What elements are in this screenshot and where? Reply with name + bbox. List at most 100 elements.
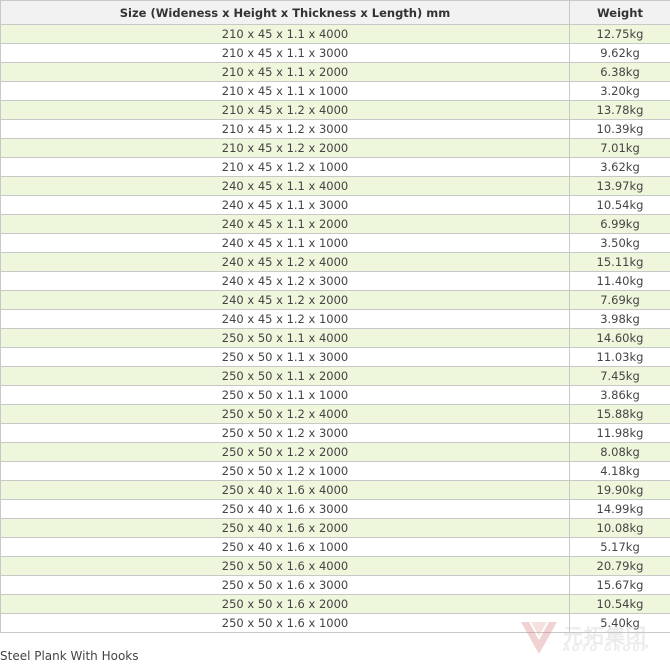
size-cell: 250 x 50 x 1.1 x 3000 — [0, 347, 570, 367]
table-body: 210 x 45 x 1.1 x 4000 12.75kg 210 x 45 x 1… — [0, 24, 670, 633]
size-cell: 240 x 45 x 1.2 x 3000 — [0, 271, 570, 291]
table-row: 240 x 45 x 1.2 x 4000 15.11kg — [0, 252, 670, 272]
size-cell: 250 x 40 x 1.6 x 3000 — [0, 499, 570, 519]
table-row: 250 x 50 x 1.6 x 1000 5.40kg — [0, 613, 670, 633]
size-cell: 250 x 50 x 1.6 x 2000 — [0, 594, 570, 614]
weight-cell: 10.08kg — [569, 518, 670, 538]
weight-cell: 4.18kg — [569, 461, 670, 481]
weight-cell: 8.08kg — [569, 442, 670, 462]
size-cell: 240 x 45 x 1.1 x 1000 — [0, 233, 570, 253]
table-row: 240 x 45 x 1.1 x 3000 10.54kg — [0, 195, 670, 215]
spec-table: Size (Wideness x Height x Thickness x Le… — [0, 0, 670, 633]
table-row: 250 x 40 x 1.6 x 2000 10.08kg — [0, 518, 670, 538]
table-row: 250 x 50 x 1.1 x 2000 7.45kg — [0, 366, 670, 386]
size-cell: 250 x 50 x 1.6 x 3000 — [0, 575, 570, 595]
table-row: 250 x 50 x 1.2 x 4000 15.88kg — [0, 404, 670, 424]
size-cell: 210 x 45 x 1.2 x 1000 — [0, 157, 570, 177]
weight-cell: 3.62kg — [569, 157, 670, 177]
size-cell: 210 x 45 x 1.2 x 2000 — [0, 138, 570, 158]
weight-cell: 7.45kg — [569, 366, 670, 386]
weight-cell: 7.01kg — [569, 138, 670, 158]
table-row: 240 x 45 x 1.1 x 4000 13.97kg — [0, 176, 670, 196]
size-cell: 210 x 45 x 1.1 x 1000 — [0, 81, 570, 101]
size-cell: 210 x 45 x 1.1 x 2000 — [0, 62, 570, 82]
size-cell: 240 x 45 x 1.2 x 2000 — [0, 290, 570, 310]
weight-cell: 20.79kg — [569, 556, 670, 576]
table-row: 250 x 50 x 1.2 x 2000 8.08kg — [0, 442, 670, 462]
weight-cell: 6.99kg — [569, 214, 670, 234]
size-cell: 240 x 45 x 1.2 x 4000 — [0, 252, 570, 272]
table-row: 210 x 45 x 1.1 x 1000 3.20kg — [0, 81, 670, 101]
weight-cell: 7.69kg — [569, 290, 670, 310]
size-cell: 250 x 50 x 1.1 x 4000 — [0, 328, 570, 348]
image-caption: Steel Plank With Hooks — [0, 649, 139, 663]
table-row: 250 x 50 x 1.2 x 1000 4.18kg — [0, 461, 670, 481]
size-cell: 240 x 45 x 1.1 x 4000 — [0, 176, 570, 196]
weight-cell: 11.40kg — [569, 271, 670, 291]
size-cell: 210 x 45 x 1.2 x 3000 — [0, 119, 570, 139]
table-row: 210 x 45 x 1.1 x 3000 9.62kg — [0, 43, 670, 63]
size-cell: 250 x 50 x 1.2 x 1000 — [0, 461, 570, 481]
table-row: 240 x 45 x 1.1 x 1000 3.50kg — [0, 233, 670, 253]
weight-cell: 12.75kg — [569, 24, 670, 44]
weight-cell: 15.11kg — [569, 252, 670, 272]
size-cell: 240 x 45 x 1.2 x 1000 — [0, 309, 570, 329]
size-cell: 210 x 45 x 1.1 x 4000 — [0, 24, 570, 44]
table-row: 210 x 45 x 1.2 x 4000 13.78kg — [0, 100, 670, 120]
size-cell: 250 x 50 x 1.2 x 4000 — [0, 404, 570, 424]
table-row: 250 x 50 x 1.1 x 4000 14.60kg — [0, 328, 670, 348]
table-row: 250 x 50 x 1.2 x 3000 11.98kg — [0, 423, 670, 443]
size-cell: 240 x 45 x 1.1 x 2000 — [0, 214, 570, 234]
table-row: 240 x 45 x 1.2 x 1000 3.98kg — [0, 309, 670, 329]
weight-cell: 3.50kg — [569, 233, 670, 253]
table-header-row: Size (Wideness x Height x Thickness x Le… — [0, 0, 670, 25]
table-row: 210 x 45 x 1.1 x 2000 6.38kg — [0, 62, 670, 82]
size-column-header: Size (Wideness x Height x Thickness x Le… — [0, 0, 570, 25]
weight-cell: 10.39kg — [569, 119, 670, 139]
table-row: 250 x 40 x 1.6 x 4000 19.90kg — [0, 480, 670, 500]
size-cell: 210 x 45 x 1.1 x 3000 — [0, 43, 570, 63]
table-row: 250 x 50 x 1.6 x 4000 20.79kg — [0, 556, 670, 576]
size-cell: 250 x 50 x 1.6 x 4000 — [0, 556, 570, 576]
size-cell: 250 x 50 x 1.1 x 1000 — [0, 385, 570, 405]
weight-cell: 10.54kg — [569, 594, 670, 614]
weight-cell: 15.88kg — [569, 404, 670, 424]
size-cell: 250 x 40 x 1.6 x 2000 — [0, 518, 570, 538]
table-row: 250 x 50 x 1.1 x 3000 11.03kg — [0, 347, 670, 367]
watermark-brand-en: AOTO GROUP — [563, 644, 651, 654]
weight-cell: 3.98kg — [569, 309, 670, 329]
weight-cell: 15.67kg — [569, 575, 670, 595]
weight-column-header: Weight — [569, 0, 670, 25]
weight-cell: 11.03kg — [569, 347, 670, 367]
weight-cell: 5.17kg — [569, 537, 670, 557]
table-row: 210 x 45 x 1.1 x 4000 12.75kg — [0, 24, 670, 44]
size-cell: 250 x 40 x 1.6 x 1000 — [0, 537, 570, 557]
size-cell: 250 x 40 x 1.6 x 4000 — [0, 480, 570, 500]
size-cell: 250 x 50 x 1.1 x 2000 — [0, 366, 570, 386]
size-cell: 250 x 50 x 1.2 x 2000 — [0, 442, 570, 462]
size-cell: 210 x 45 x 1.2 x 4000 — [0, 100, 570, 120]
weight-cell: 6.38kg — [569, 62, 670, 82]
weight-cell: 14.60kg — [569, 328, 670, 348]
table-row: 240 x 45 x 1.2 x 3000 11.40kg — [0, 271, 670, 291]
weight-cell: 11.98kg — [569, 423, 670, 443]
weight-cell: 14.99kg — [569, 499, 670, 519]
size-cell: 250 x 50 x 1.2 x 3000 — [0, 423, 570, 443]
table-row: 210 x 45 x 1.2 x 1000 3.62kg — [0, 157, 670, 177]
size-cell: 240 x 45 x 1.1 x 3000 — [0, 195, 570, 215]
weight-cell: 10.54kg — [569, 195, 670, 215]
table-row: 240 x 45 x 1.1 x 2000 6.99kg — [0, 214, 670, 234]
weight-cell: 3.20kg — [569, 81, 670, 101]
weight-cell: 5.40kg — [569, 613, 670, 633]
weight-cell: 9.62kg — [569, 43, 670, 63]
table-row: 250 x 40 x 1.6 x 1000 5.17kg — [0, 537, 670, 557]
table-row: 250 x 50 x 1.6 x 2000 10.54kg — [0, 594, 670, 614]
weight-cell: 13.78kg — [569, 100, 670, 120]
table-row: 240 x 45 x 1.2 x 2000 7.69kg — [0, 290, 670, 310]
table-row: 250 x 40 x 1.6 x 3000 14.99kg — [0, 499, 670, 519]
table-row: 210 x 45 x 1.2 x 2000 7.01kg — [0, 138, 670, 158]
weight-cell: 13.97kg — [569, 176, 670, 196]
size-cell: 250 x 50 x 1.6 x 1000 — [0, 613, 570, 633]
weight-cell: 19.90kg — [569, 480, 670, 500]
table-row: 210 x 45 x 1.2 x 3000 10.39kg — [0, 119, 670, 139]
